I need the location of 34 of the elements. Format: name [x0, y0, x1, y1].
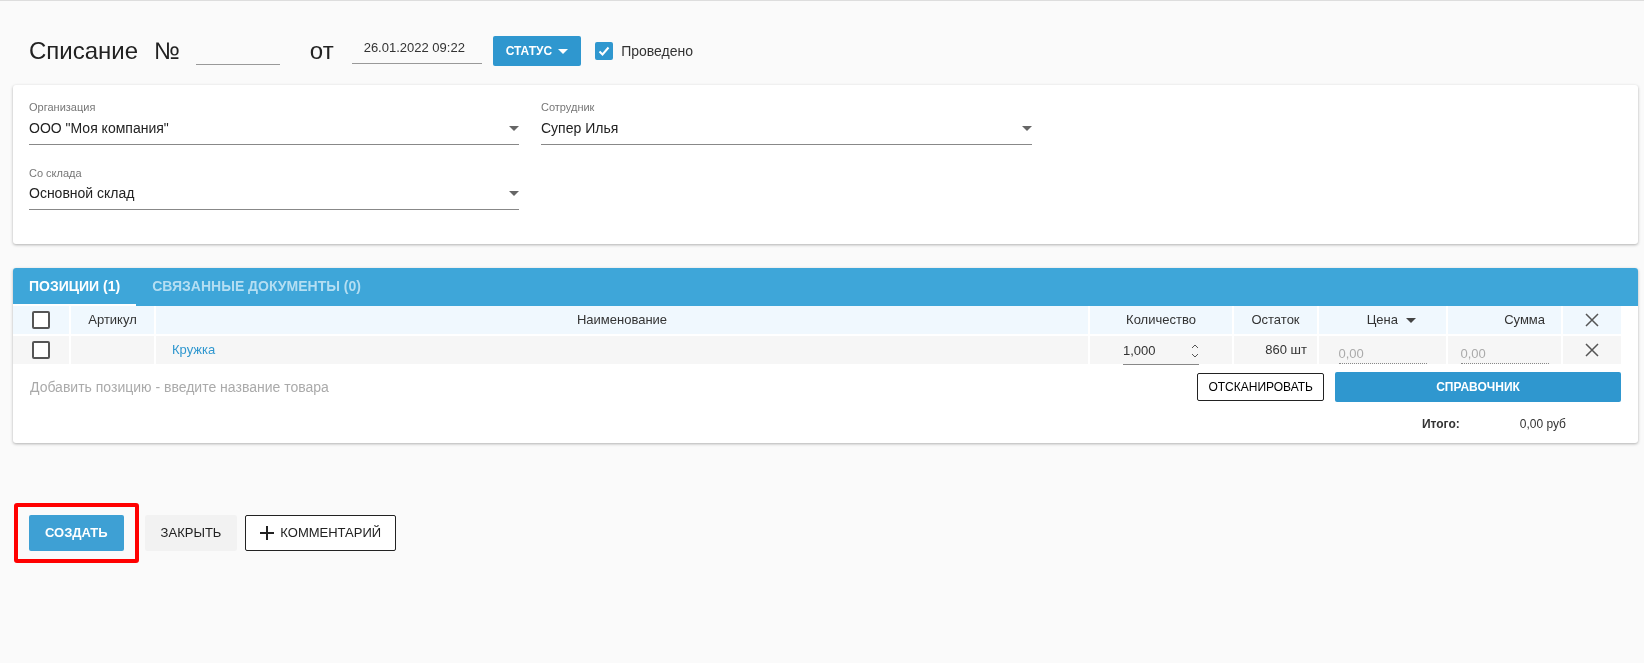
- field-label: Сотрудник: [541, 100, 596, 115]
- number-sign: №: [154, 36, 180, 66]
- caret-icon: [509, 125, 519, 131]
- select-field[interactable]: ООО "Моя компания": [29, 115, 519, 145]
- scan-button[interactable]: ОТСКАНИРОВАТЬ: [1197, 373, 1324, 401]
- date-field[interactable]: 26.01.2022 09:22: [351, 37, 482, 65]
- close-icon[interactable]: [1585, 343, 1599, 357]
- column-header: Остаток: [1251, 311, 1300, 330]
- column-header: Артикул: [88, 311, 137, 330]
- column-header: Наименование: [576, 311, 668, 330]
- total-value: 0,00 руб: [1519, 416, 1566, 433]
- checkbox[interactable]: [595, 42, 614, 60]
- column-header: Количество: [1126, 311, 1196, 330]
- comment-button[interactable]: КОММЕНТАРИЙ: [245, 515, 397, 551]
- close-icon[interactable]: [1585, 313, 1599, 327]
- column-header: Сумма: [1504, 311, 1545, 330]
- plus-icon: [260, 525, 275, 540]
- document-title: Списание: [29, 36, 139, 66]
- field-label: Со склада: [29, 165, 83, 181]
- checkbox[interactable]: [32, 311, 50, 329]
- caret-icon: [509, 191, 519, 196]
- select-field[interactable]: Супер Илья: [541, 115, 1032, 145]
- checkbox[interactable]: [32, 341, 50, 359]
- caret-icon: [558, 48, 569, 54]
- select-field[interactable]: Основной склад: [29, 181, 519, 210]
- field-label: Организация: [29, 100, 97, 115]
- close-button[interactable]: ЗАКРЫТЬ: [144, 515, 238, 551]
- caret-icon: [1022, 125, 1032, 131]
- date-label: от: [309, 36, 334, 66]
- posted-label: Проведено: [621, 41, 693, 61]
- total-label: Итого:: [1421, 416, 1460, 433]
- spinner-icon[interactable]: [1191, 344, 1199, 358]
- stock-value: 860 шт: [1265, 341, 1307, 360]
- caret-icon: [1406, 317, 1416, 323]
